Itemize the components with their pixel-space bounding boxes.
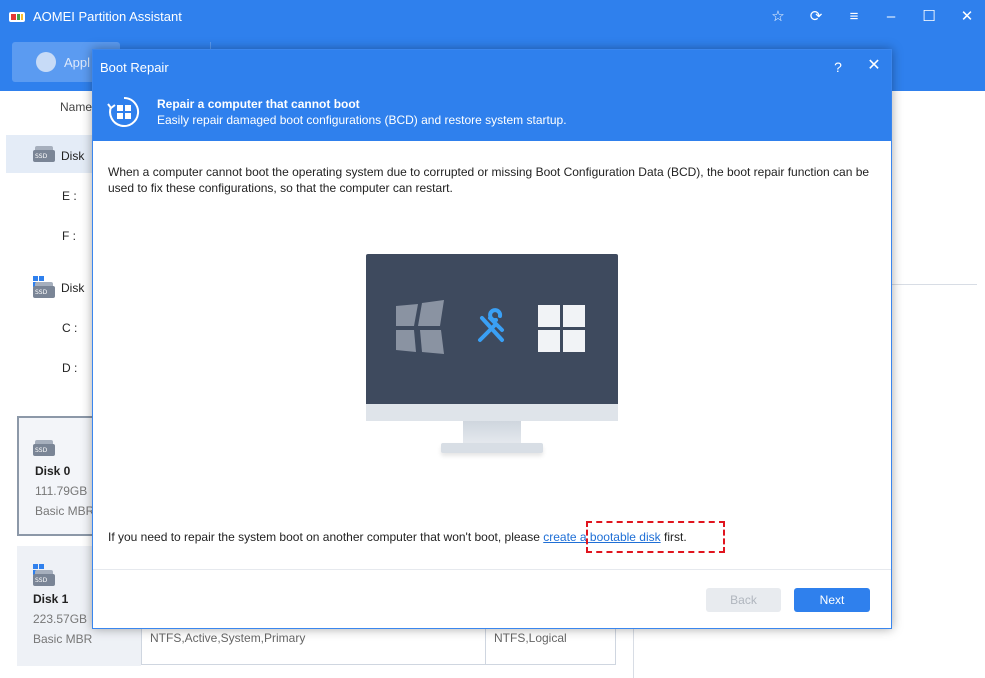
monitor-neck xyxy=(463,421,521,445)
monitor-stand xyxy=(441,443,543,453)
disk-row-label: Disk xyxy=(61,149,85,163)
dialog-title: Boot Repair xyxy=(100,60,169,75)
dialog-description: When a computer cannot boot the operatin… xyxy=(108,165,870,195)
disk-type: Basic MBR xyxy=(33,632,93,646)
right-panel xyxy=(891,91,985,398)
ssd-icon: SSD xyxy=(33,282,55,298)
ssd-icon: SSD xyxy=(33,570,55,586)
disk-title: Disk 0 xyxy=(35,464,71,478)
disk-row-label[interactable]: Disk xyxy=(61,281,84,295)
boot-repair-dialog: Boot Repair ? ✕ Repair a computer that c… xyxy=(92,49,892,629)
dialog-header: Repair a computer that cannot boot Easil… xyxy=(93,84,891,141)
boot-repair-icon xyxy=(107,96,140,127)
partition-info-2: NTFS,Logical xyxy=(494,631,567,645)
help-icon[interactable]: ? xyxy=(829,58,847,76)
close-icon[interactable]: ✕ xyxy=(956,7,978,27)
next-button[interactable]: Next xyxy=(794,588,870,612)
ssd-icon: SSD xyxy=(33,146,55,162)
bottom-text-prefix: If you need to repair the system boot on… xyxy=(108,530,544,544)
tools-icon xyxy=(478,308,504,342)
partition-row-d[interactable]: D : xyxy=(62,361,77,375)
partition-info-1: NTFS,Active,System,Primary xyxy=(150,631,306,645)
windows-icon xyxy=(538,305,585,352)
app-logo-icon xyxy=(9,12,25,22)
back-button[interactable]: Back xyxy=(706,588,781,612)
repair-illustration xyxy=(396,300,585,354)
check-icon xyxy=(36,52,56,72)
partition-row-c[interactable]: C : xyxy=(62,321,77,335)
disk-title: Disk 1 xyxy=(33,592,69,606)
dialog-header-title: Repair a computer that cannot boot xyxy=(157,97,360,111)
ssd-icon: SSD xyxy=(33,440,55,456)
app-title: AOMEI Partition Assistant xyxy=(33,9,182,24)
monitor-illustration xyxy=(366,254,618,458)
refresh-icon[interactable]: ⟳ xyxy=(805,7,827,27)
name-column-header[interactable]: Name xyxy=(60,100,92,114)
star-icon[interactable]: ☆ xyxy=(767,7,789,27)
disk-size: 223.57GB xyxy=(33,612,88,626)
maximize-icon[interactable]: ☐ xyxy=(918,7,940,27)
dialog-header-subtitle: Easily repair damaged boot configuration… xyxy=(157,113,567,127)
dialog-close-icon[interactable]: ✕ xyxy=(865,57,883,75)
apply-label: Appl xyxy=(64,55,91,70)
monitor-screen xyxy=(366,254,618,404)
menu-icon[interactable]: ≡ xyxy=(843,7,865,27)
broken-windows-icon xyxy=(396,300,444,354)
highlight-box xyxy=(586,521,725,553)
disk-size: 111.79GB xyxy=(35,484,88,498)
partition-row-e[interactable]: E : xyxy=(62,189,77,203)
app-titlebar: AOMEI Partition Assistant ☆ ⟳ ≡ ☐ ✕ – xyxy=(0,0,985,34)
disk-type: Basic MBR xyxy=(35,504,95,518)
dialog-titlebar: Boot Repair ? ✕ xyxy=(93,50,891,84)
partition-row-f[interactable]: F : xyxy=(62,229,76,243)
dialog-divider xyxy=(93,569,891,570)
monitor-bezel xyxy=(366,404,618,421)
right-divider xyxy=(891,284,977,285)
minimize-icon[interactable]: – xyxy=(880,7,902,27)
